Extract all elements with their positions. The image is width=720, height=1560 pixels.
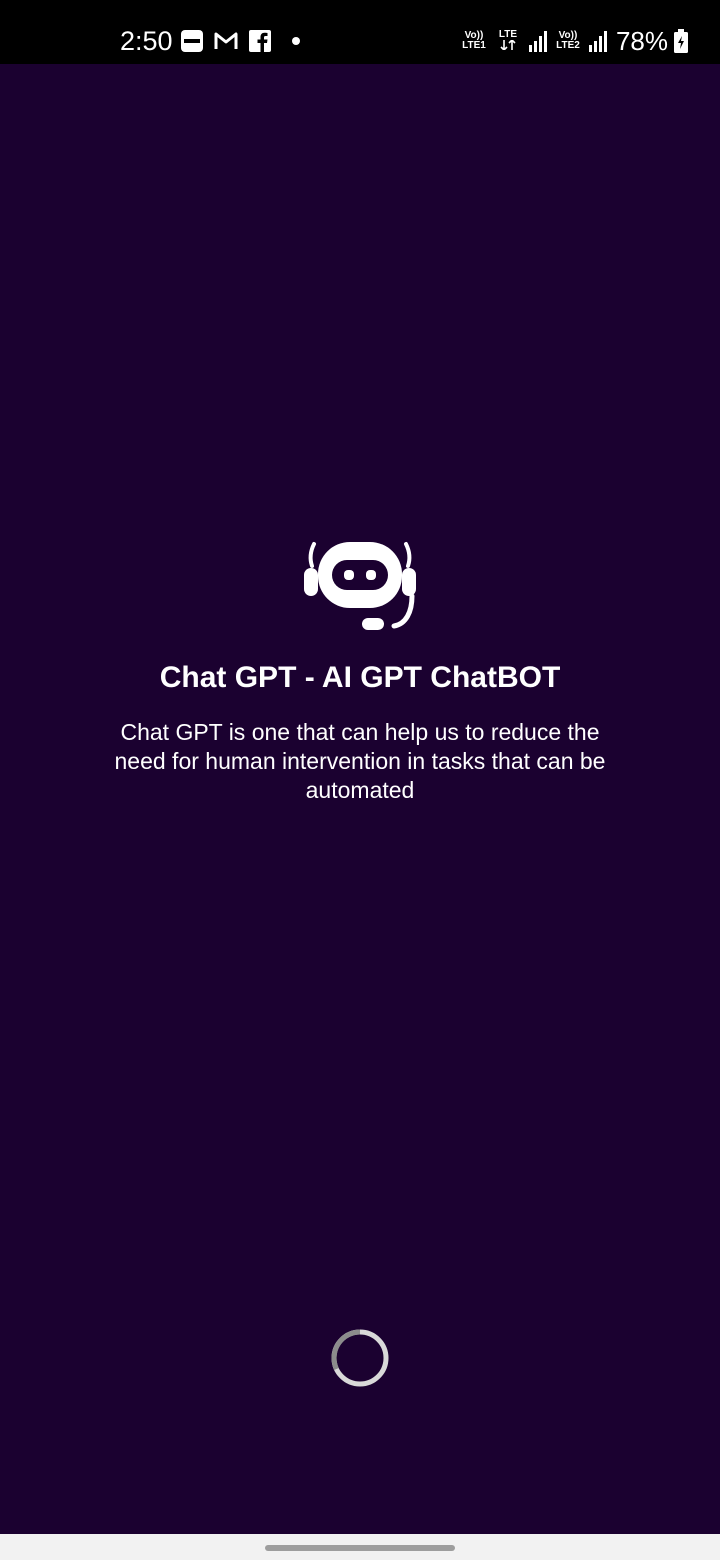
spinner-icon <box>331 1329 389 1387</box>
app-title: Chat GPT - AI GPT ChatBOT <box>159 661 561 694</box>
signal-icon <box>528 31 547 52</box>
facebook-icon <box>249 30 271 52</box>
battery-charging-icon <box>674 29 688 53</box>
gmail-icon <box>214 32 238 49</box>
notification-icons <box>180 28 300 54</box>
app-description: Chat GPT is one that can help us to redu… <box>114 719 606 803</box>
dot-icon <box>292 37 300 45</box>
splash-screen: Chat GPT - AI GPT ChatBOT Chat GPT is on… <box>0 64 720 1534</box>
battery-percentage: 78% <box>615 26 668 56</box>
paytm-icon <box>181 30 203 52</box>
data-arrows-icon <box>500 38 516 51</box>
home-gesture-handle[interactable] <box>265 1545 455 1551</box>
status-time: 2:50 <box>120 26 173 56</box>
system-icons: Vo)) LTE1 LTE Vo)) LTE2 78% <box>460 26 688 56</box>
sim2-volte-indicator: Vo)) LTE2 <box>556 30 580 51</box>
sim1-volte-indicator: Vo)) LTE1 <box>462 30 486 51</box>
data-indicator: LTE <box>494 29 522 53</box>
status-bar: 2:50 Vo)) LTE1 LTE Vo)) LTE2 78% <box>0 0 720 64</box>
signal-icon <box>588 31 607 52</box>
robot-headset-icon <box>304 542 416 630</box>
navigation-bar <box>0 1534 720 1560</box>
